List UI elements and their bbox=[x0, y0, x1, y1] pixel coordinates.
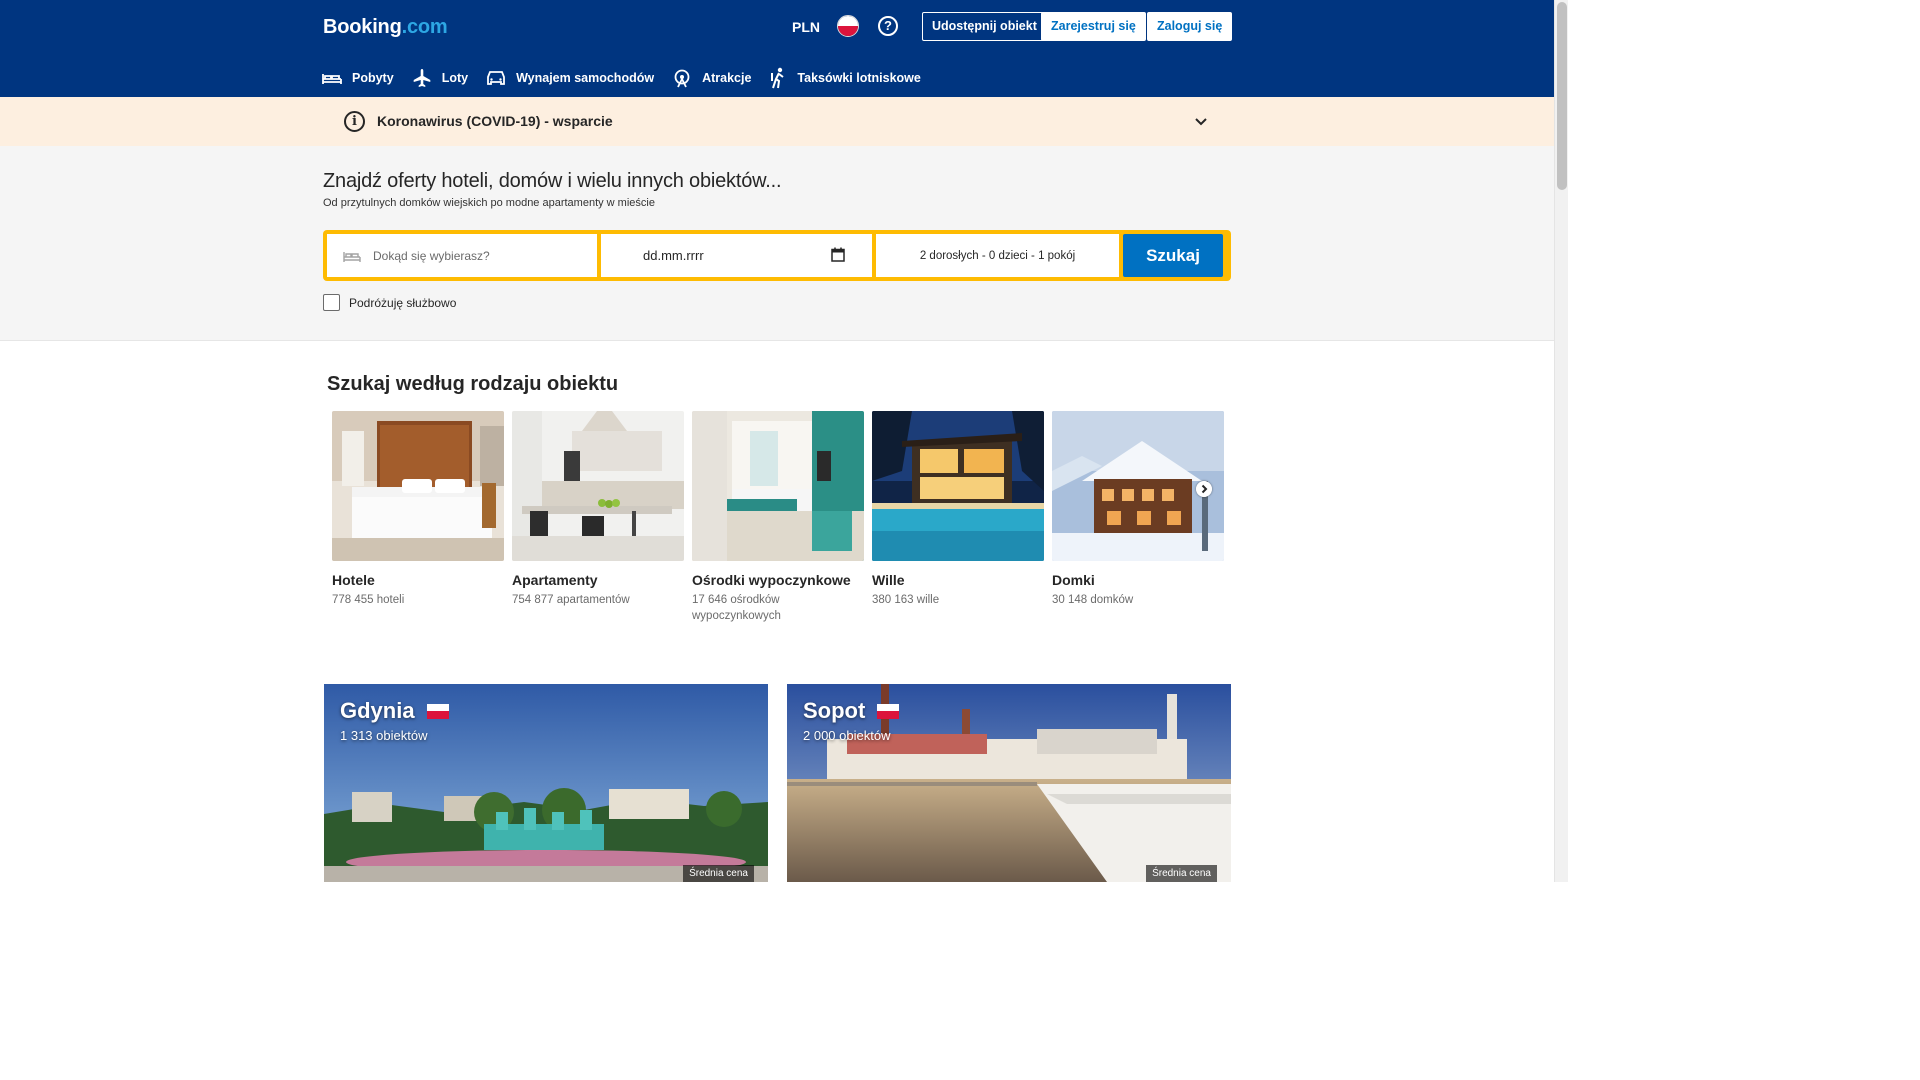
business-travel-checkbox[interactable] bbox=[323, 294, 340, 311]
property-types-carousel: Hotele 778 455 hoteli Apartamenty 754 87… bbox=[332, 411, 1224, 624]
main-nav: Pobyty Loty Wynajem samochodów Atrakcje … bbox=[322, 66, 921, 90]
list-property-button[interactable]: Udostępnij obiekt bbox=[922, 12, 1047, 41]
page-subtitle: Od przytulnych domków wiejskich po modne… bbox=[323, 197, 655, 209]
city-property-count: 2 000 obiektów bbox=[803, 728, 891, 743]
page-scrollbar[interactable] bbox=[1554, 0, 1568, 882]
property-type-count: 380 163 wille bbox=[872, 594, 940, 606]
info-icon: i bbox=[344, 111, 365, 132]
nav-label: Wynajem samochodów bbox=[516, 71, 655, 85]
header: Booking.com PLN ? Udostępnij obiekt Zare… bbox=[0, 0, 1554, 97]
property-type-name: Hotele bbox=[332, 572, 375, 588]
nav-label: Pobyty bbox=[352, 71, 394, 85]
property-type-card-hotels[interactable]: Hotele 778 455 hoteli bbox=[332, 411, 504, 624]
car-icon bbox=[487, 71, 505, 85]
property-type-count: 778 455 hoteli bbox=[332, 594, 405, 606]
bed-icon bbox=[322, 74, 342, 84]
login-button[interactable]: Zaloguj się bbox=[1147, 12, 1233, 41]
city-card-sopot[interactable]: Sopot 2 000 obiektów Średnia cena bbox=[787, 684, 1231, 882]
destination-placeholder: Dokąd się wybierasz? bbox=[373, 248, 490, 263]
nav-label: Loty bbox=[441, 71, 469, 85]
apartment-image bbox=[512, 411, 684, 561]
business-travel-option[interactable]: Podróżuję służbowo bbox=[323, 294, 456, 311]
property-type-count: 17 646 ośrodków wypoczynkowych bbox=[692, 594, 781, 622]
property-type-card-apartments[interactable]: Apartamenty 754 877 apartamentów bbox=[512, 411, 684, 624]
language-flag-icon[interactable] bbox=[837, 15, 859, 37]
business-travel-label: Podróżuję służbowo bbox=[349, 295, 457, 310]
property-type-card-villas[interactable]: Wille 380 163 wille bbox=[872, 411, 1044, 624]
covid-banner[interactable]: i Koronawirus (COVID-19) - wsparcie bbox=[0, 97, 1554, 146]
hotel-room-image bbox=[332, 411, 504, 561]
property-type-name: Domki bbox=[1052, 572, 1095, 588]
bed-icon bbox=[343, 251, 361, 262]
guests-value: 2 dorosłych - 0 dzieci - 1 pokój bbox=[919, 249, 1076, 262]
help-icon[interactable]: ? bbox=[878, 16, 898, 36]
property-type-card-resorts[interactable]: Ośrodki wypoczynkowe 17 646 ośrodków wyp… bbox=[692, 411, 864, 624]
guests-selector[interactable]: 2 dorosłych - 0 dzieci - 1 pokój bbox=[876, 234, 1119, 277]
property-type-count: 30 148 domków bbox=[1052, 594, 1134, 606]
hero-search-section: Znajdź oferty hoteli, domów i wielu inny… bbox=[0, 146, 1554, 341]
calendar-icon[interactable] bbox=[831, 247, 845, 262]
carousel-next-icon[interactable] bbox=[1196, 481, 1212, 497]
property-type-name: Apartamenty bbox=[512, 572, 598, 588]
poland-flag-icon bbox=[426, 703, 449, 719]
property-types-title: Szukaj według rodzaju obiektu bbox=[327, 373, 619, 395]
plane-icon bbox=[413, 69, 430, 87]
property-type-name: Wille bbox=[872, 572, 905, 588]
attractions-icon bbox=[674, 69, 690, 88]
currency-selector[interactable]: PLN bbox=[792, 19, 820, 35]
scrollbar-thumb[interactable] bbox=[1557, 2, 1567, 190]
nav-item-car-rental[interactable]: Wynajem samochodów bbox=[486, 66, 654, 90]
average-price-label: Średnia cena bbox=[683, 865, 754, 882]
property-type-card-chalets[interactable]: Domki 30 148 domków bbox=[1052, 411, 1224, 624]
nav-item-flights[interactable]: Loty bbox=[412, 66, 468, 90]
nav-item-airport-taxi[interactable]: Taksówki lotniskowe bbox=[769, 66, 921, 90]
search-button[interactable]: Szukaj bbox=[1123, 234, 1223, 277]
poland-flag-icon bbox=[877, 703, 900, 719]
nav-label: Taksówki lotniskowe bbox=[797, 71, 921, 85]
search-bar: Dokąd się wybierasz? dd.mm.rrrr 2 dorosł… bbox=[323, 230, 1231, 281]
page-title: Znajdź oferty hoteli, domów i wielu inny… bbox=[323, 170, 782, 192]
nav-label: Atrakcje bbox=[702, 71, 752, 85]
city-card-gdynia[interactable]: Gdynia 1 313 obiektów Średnia cena bbox=[324, 684, 768, 882]
city-property-count: 1 313 obiektów bbox=[340, 728, 428, 743]
chevron-down-icon[interactable] bbox=[1193, 113, 1209, 129]
nav-item-attractions[interactable]: Atrakcje bbox=[672, 66, 751, 90]
property-type-count: 754 877 apartamentów bbox=[512, 594, 630, 606]
city-name: Gdynia bbox=[340, 698, 449, 724]
average-price-label: Średnia cena bbox=[1146, 865, 1217, 882]
property-type-name: Ośrodki wypoczynkowe bbox=[692, 572, 851, 588]
nav-item-stays[interactable]: Pobyty bbox=[322, 66, 394, 90]
destination-input[interactable]: Dokąd się wybierasz? bbox=[327, 234, 597, 277]
date-input[interactable]: dd.mm.rrrr bbox=[601, 234, 872, 277]
booking-logo[interactable]: Booking.com bbox=[323, 16, 448, 39]
resort-room-image bbox=[692, 411, 864, 561]
register-button[interactable]: Zarejestruj się bbox=[1041, 12, 1146, 41]
taxi-icon bbox=[771, 67, 785, 89]
covid-banner-text: Koronawirus (COVID-19) - wsparcie bbox=[377, 113, 613, 129]
date-value: dd.mm.rrrr bbox=[643, 248, 704, 263]
city-name: Sopot bbox=[803, 698, 900, 724]
villa-image bbox=[872, 411, 1044, 561]
